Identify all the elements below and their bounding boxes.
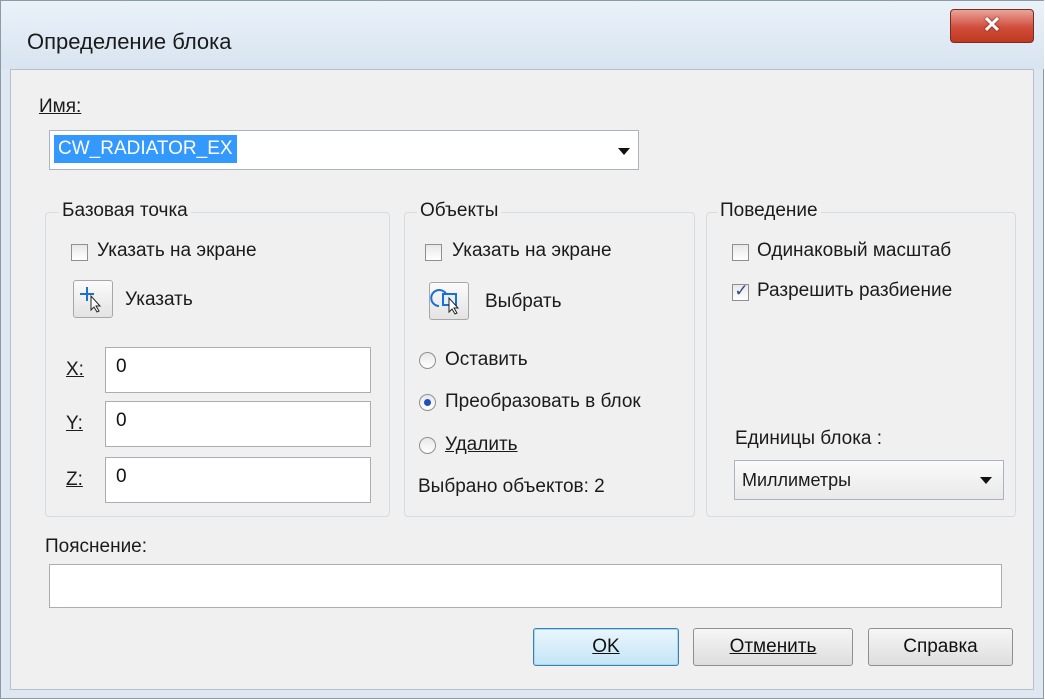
base-point-specify-checkbox[interactable] [71, 244, 88, 261]
ok-button[interactable]: OK [533, 628, 679, 666]
allow-explode-checkbox[interactable]: ✓ [732, 281, 749, 301]
cancel-label: Отменить [729, 636, 817, 657]
delete-radio[interactable] [419, 437, 436, 454]
z-label: Z: [66, 469, 83, 490]
chevron-down-icon[interactable] [618, 148, 630, 155]
select-objects-label: Выбрать [485, 291, 562, 312]
base-point-title: Базовая точка [59, 200, 191, 222]
select-objects-button[interactable] [429, 282, 469, 320]
description-label: Пояснение: [45, 536, 148, 557]
x-input[interactable]: 0 [105, 347, 371, 393]
help-label: Справка [903, 636, 978, 657]
block-units-select[interactable]: Миллиметры [734, 460, 1004, 500]
convert-to-block-label: Преобразовать в блок [445, 391, 641, 412]
close-button[interactable]: ✕ [950, 9, 1034, 43]
name-label: Имя: [39, 96, 82, 117]
retain-label: Оставить [445, 349, 528, 370]
objects-title: Объекты [417, 200, 502, 222]
dialog-body: Имя: CW_RADIATOR_EX Базовая точка Указат… [10, 69, 1034, 690]
uniform-scale-checkbox[interactable] [732, 244, 749, 261]
pick-point-button[interactable] [73, 280, 113, 318]
select-objects-icon [430, 289, 460, 315]
ok-label: OK [592, 636, 620, 657]
behavior-title: Поведение [717, 200, 821, 222]
retain-radio[interactable] [419, 352, 436, 369]
y-input[interactable]: 0 [105, 401, 371, 447]
block-definition-dialog: Определение блока ✕ Имя: CW_RADIATOR_EX … [0, 0, 1044, 699]
dialog-title: Определение блока [27, 29, 232, 54]
allow-explode-label: Разрешить разбиение [757, 280, 953, 301]
name-combobox[interactable]: CW_RADIATOR_EX [49, 130, 639, 170]
uniform-scale-label: Одинаковый масштаб [757, 240, 952, 261]
radio-selected-dot [424, 399, 431, 406]
convert-to-block-radio[interactable] [419, 394, 436, 411]
objects-specify-checkbox[interactable] [425, 244, 442, 261]
block-units-value: Миллиметры [742, 470, 852, 490]
checkmark-icon: ✓ [734, 281, 749, 300]
cancel-button[interactable]: Отменить [693, 628, 853, 666]
x-label: X: [66, 359, 84, 380]
chevron-down-icon[interactable] [980, 477, 992, 484]
description-input[interactable] [49, 564, 1002, 608]
selected-count: Выбрано объектов: 2 [418, 476, 605, 497]
title-bar[interactable]: Определение блока ✕ [1, 1, 1044, 69]
base-point-specify-label: Указать на экране [97, 240, 257, 261]
z-input[interactable]: 0 [105, 457, 371, 503]
pick-point-icon [80, 287, 102, 313]
pick-point-label: Указать [125, 289, 193, 310]
name-value: CW_RADIATOR_EX [54, 135, 237, 163]
objects-specify-label: Указать на экране [452, 240, 612, 261]
help-button[interactable]: Справка [868, 628, 1013, 666]
block-units-label: Единицы блока : [735, 428, 883, 449]
y-label: Y: [66, 413, 83, 434]
close-icon: ✕ [982, 12, 1002, 37]
delete-label: Удалить [445, 434, 518, 455]
